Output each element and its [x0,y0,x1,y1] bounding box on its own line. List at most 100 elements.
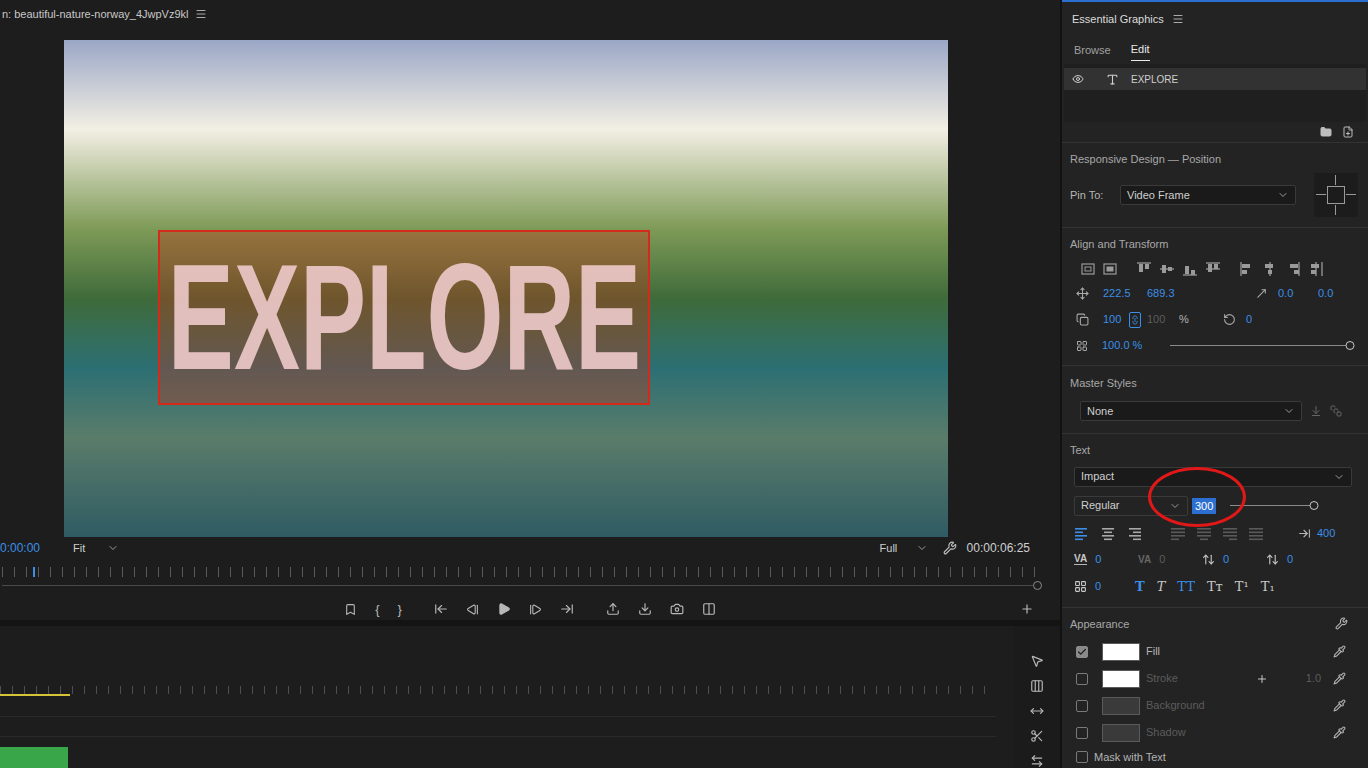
go-to-out-icon[interactable] [560,602,574,616]
paragraph-align-icon[interactable] [1222,527,1238,541]
align-icon[interactable] [1182,261,1198,277]
ripple-edit-tool-icon[interactable] [1030,704,1044,718]
font-dropdown[interactable]: Impact [1074,467,1352,487]
align-icon[interactable] [1205,261,1221,277]
panel-tab[interactable]: Browse [1074,40,1111,61]
push-style-icon[interactable] [1310,405,1322,417]
spacing-value[interactable]: 0 [1159,551,1165,568]
spacing-control[interactable]: VA0 [1138,551,1202,568]
new-layer-icon[interactable] [1342,126,1354,138]
position-x[interactable]: 222.5 [1103,285,1147,302]
slip-tool-icon[interactable] [1030,754,1044,768]
anchor-x[interactable]: 0.0 [1278,285,1318,302]
razor-tool-icon[interactable] [1030,729,1044,743]
scale-value[interactable]: 100 [1103,311,1129,328]
panel-menu-icon[interactable] [195,8,207,20]
pin-widget[interactable] [1314,173,1358,217]
timeline-ruler[interactable] [0,686,996,694]
mark-in-button[interactable]: { [375,603,379,616]
font-style-dropdown[interactable]: Regular [1074,496,1188,516]
visibility-eye-icon[interactable] [1072,73,1084,85]
master-style-dropdown[interactable]: None [1080,401,1302,421]
step-forward-icon[interactable] [529,603,542,616]
step-back-icon[interactable] [466,603,479,616]
mark-out-button[interactable]: } [398,603,402,616]
paragraph-align-icon[interactable] [1100,527,1116,541]
paragraph-align-icon[interactable] [1196,527,1212,541]
align-icon[interactable] [1102,261,1118,277]
text-style-button[interactable]: T [1135,580,1145,593]
add-stroke-icon[interactable] [1256,673,1268,685]
zoom-handle[interactable] [1033,581,1042,590]
extract-icon[interactable] [638,602,652,616]
font-size-slider[interactable] [1230,501,1318,511]
go-to-in-icon[interactable] [434,602,448,616]
lift-icon[interactable] [606,602,620,616]
stroke-width[interactable]: 1.0 [1306,670,1321,687]
color-swatch[interactable] [1102,724,1140,742]
zoom-dropdown[interactable]: Fit [66,538,126,558]
panel-menu-icon[interactable] [1172,13,1184,25]
text-style-button[interactable]: T [1157,580,1166,593]
work-area-bar[interactable] [0,694,70,696]
appearance-checkbox[interactable] [1076,700,1088,712]
appearance-checkbox[interactable] [1076,727,1088,739]
selection-tool-icon[interactable] [1030,654,1044,668]
slider-thumb[interactable] [1309,501,1318,510]
align-icon[interactable] [1308,261,1324,277]
graphic-text[interactable]: EXPLORE [167,242,640,392]
text-style-button[interactable]: T₁ [1261,580,1275,593]
pin-to-dropdown[interactable]: Video Frame [1120,185,1296,205]
resolution-dropdown[interactable]: Full [873,538,935,558]
scale-height-value[interactable]: 100 [1147,311,1179,328]
font-size-field[interactable]: 300 [1192,498,1216,514]
settings-wrench-icon[interactable] [943,541,957,555]
paragraph-align-icon[interactable] [1248,527,1264,541]
compare-icon[interactable] [702,602,716,616]
panel-tab[interactable]: Edit [1131,39,1150,61]
paragraph-align-icon[interactable] [1170,527,1186,541]
tsume-value[interactable]: 0 [1095,578,1135,595]
spacing-value[interactable]: 0 [1223,551,1229,568]
mask-with-text-checkbox[interactable] [1076,751,1088,763]
new-group-icon[interactable] [1320,126,1332,138]
color-swatch[interactable] [1102,643,1140,661]
current-timecode[interactable]: 0:00:00 [0,539,66,557]
align-icon[interactable] [1080,261,1096,277]
layer-row[interactable]: EXPLORE [1064,68,1366,90]
create-style-icon[interactable] [1330,405,1342,417]
align-icon[interactable] [1239,261,1255,277]
anchor-y[interactable]: 0.0 [1318,285,1333,302]
export-frame-icon[interactable] [670,602,684,616]
spacing-control[interactable]: 0 [1266,551,1330,568]
eyedropper-icon[interactable] [1333,645,1346,658]
opacity-slider[interactable] [1170,341,1350,351]
align-icon[interactable] [1285,261,1301,277]
opacity-value[interactable]: 100.0 % [1102,337,1170,354]
paragraph-align-icon[interactable] [1074,527,1090,541]
add-marker-icon[interactable] [344,603,357,616]
track-select-tool-icon[interactable] [1030,679,1044,693]
appearance-settings-icon[interactable] [1335,617,1348,630]
align-icon[interactable] [1262,261,1278,277]
spacing-control[interactable]: VA0 [1074,551,1138,568]
align-icon[interactable] [1159,261,1175,277]
color-swatch[interactable] [1102,670,1140,688]
position-y[interactable]: 689.3 [1147,285,1207,302]
playhead[interactable] [33,567,35,577]
text-style-button[interactable]: TT [1177,580,1195,593]
video-clip[interactable] [0,747,68,768]
color-swatch[interactable] [1102,697,1140,715]
appearance-checkbox[interactable] [1076,673,1088,685]
eyedropper-icon[interactable] [1333,699,1346,712]
tab-width-value[interactable]: 400 [1317,525,1335,542]
paragraph-align-icon[interactable] [1126,527,1142,541]
uniform-scale-toggle[interactable] [1129,312,1141,328]
spacing-value[interactable]: 0 [1095,551,1101,568]
text-style-button[interactable]: Tт [1207,580,1223,593]
appearance-checkbox[interactable] [1076,646,1088,658]
play-icon[interactable] [497,602,511,616]
eyedropper-icon[interactable] [1333,726,1346,739]
graphic-selection-box[interactable]: EXPLORE [158,230,650,405]
slider-thumb[interactable] [1346,341,1355,350]
